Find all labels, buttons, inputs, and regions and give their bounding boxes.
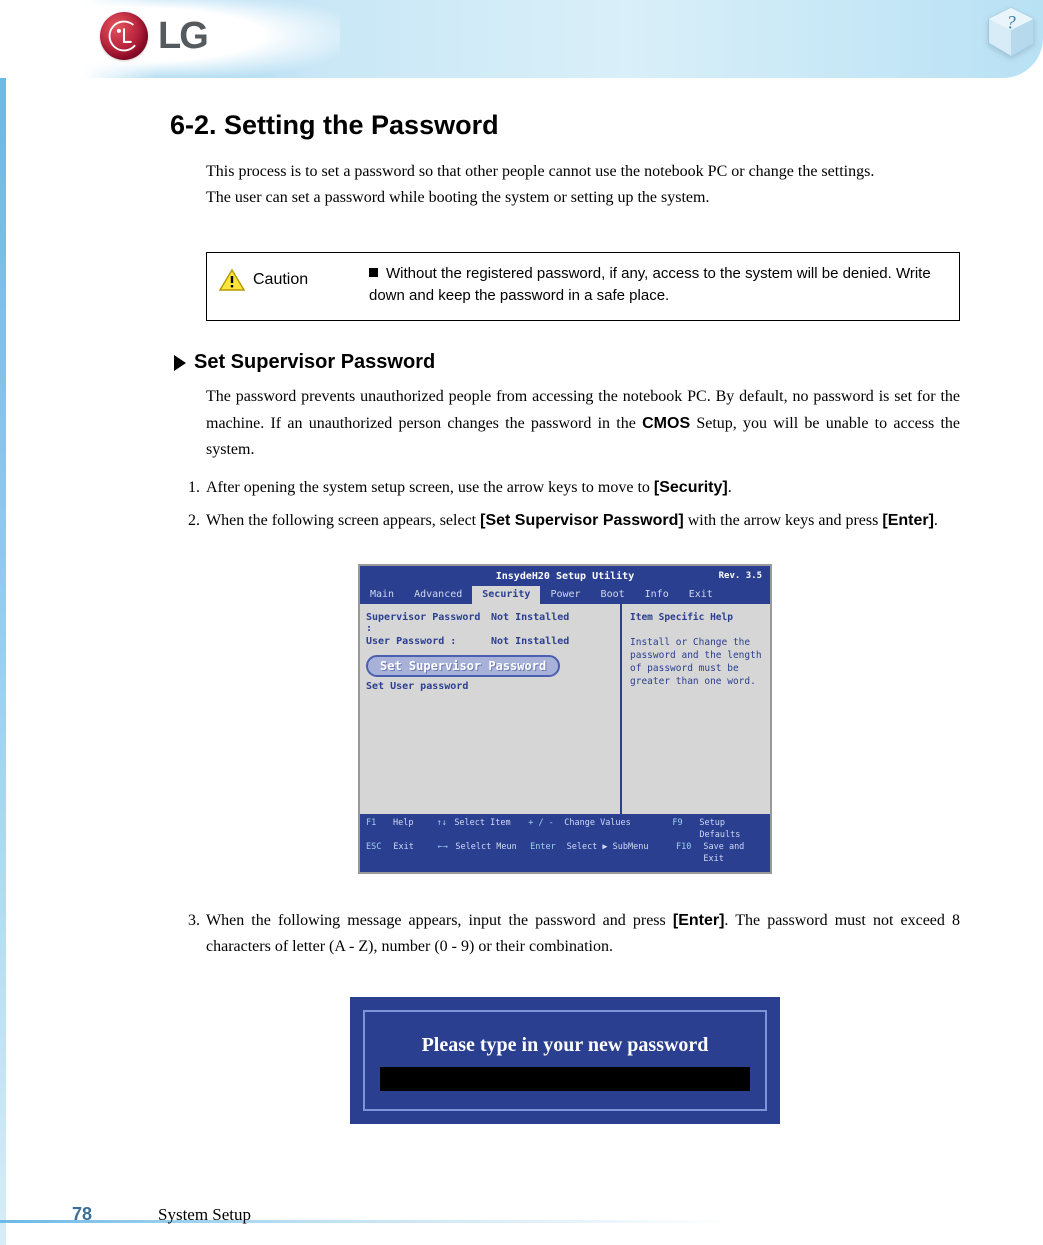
flabel: Change Values xyxy=(564,818,672,842)
caution-box: Caution Without the registered password,… xyxy=(206,252,960,322)
bios-help-panel: Item Specific Help Install or Change the… xyxy=(620,604,770,814)
step-1: 1. After opening the system setup screen… xyxy=(184,475,960,501)
flabel: Exit xyxy=(393,842,429,866)
fkey: F1 xyxy=(366,818,393,842)
brand-text: LG xyxy=(158,15,207,58)
svg-text:?: ? xyxy=(1006,12,1016,33)
bios-screenshot: InsydeH20 Setup Utility Rev. 3.5 Main Ad… xyxy=(358,564,772,874)
footer-band xyxy=(0,1220,1043,1223)
triangle-bullet-icon xyxy=(174,355,186,371)
warning-icon xyxy=(219,269,245,291)
bios-set-user-password[interactable]: Set User password xyxy=(366,681,614,692)
flabel: Select ▶ SubMenu xyxy=(567,842,676,866)
left-stripe xyxy=(0,78,6,1245)
page-footer xyxy=(0,1193,1043,1223)
bios-footer: F1 Help ↑↓ Select Item + / - Change Valu… xyxy=(360,814,770,872)
bios-row: Supervisor Password : Not Installed xyxy=(366,612,614,634)
password-prompt: Please type in your new password xyxy=(379,1034,751,1057)
page-content: 6-2. Setting the Password This process i… xyxy=(170,110,960,1124)
bios-tabs: Main Advanced Security Power Boot Info E… xyxy=(360,586,770,604)
step-2: 2. When the following screen appears, se… xyxy=(184,508,960,534)
bios-tab-advanced[interactable]: Advanced xyxy=(404,586,472,604)
step3-b: [Enter] xyxy=(673,912,725,929)
subheading-row: Set Supervisor Password xyxy=(170,351,960,374)
bios-tab-info[interactable]: Info xyxy=(635,586,679,604)
para-bold: CMOS xyxy=(642,415,690,432)
caution-label: Caution xyxy=(253,271,308,289)
step-num: 2. xyxy=(184,508,206,534)
bios-tab-power[interactable]: Power xyxy=(540,586,590,604)
bios-title-text: InsydeH20 Setup Utility xyxy=(496,571,634,582)
step2-b: [Set Supervisor Password] xyxy=(480,512,684,529)
brand-logo: LG xyxy=(100,12,207,60)
bios-titlebar: InsydeH20 Setup Utility Rev. 3.5 xyxy=(360,566,770,586)
bios-row-value: Not Installed xyxy=(491,636,569,647)
flabel: Select Item xyxy=(454,818,528,842)
bios-row-label: User Password : xyxy=(366,636,491,647)
caution-text: Without the registered password, if any,… xyxy=(369,263,947,307)
step1-bold: [Security] xyxy=(654,479,728,496)
step-num: 3. xyxy=(184,908,206,961)
step-3: 3. When the following message appears, i… xyxy=(184,908,960,961)
fkey: ↑↓ xyxy=(429,818,454,842)
password-input[interactable] xyxy=(380,1067,750,1091)
bios-revision: Rev. 3.5 xyxy=(719,571,762,581)
fkey: F9 xyxy=(672,818,699,842)
flabel: Setup Defaults xyxy=(699,818,764,842)
fkey: + / - xyxy=(528,818,564,842)
step2-e: . xyxy=(934,512,938,529)
help-cube-icon: ? xyxy=(983,4,1039,60)
bios-row-value: Not Installed xyxy=(491,612,569,634)
step2-a: When the following screen appears, selec… xyxy=(206,512,480,529)
bios-tab-boot[interactable]: Boot xyxy=(591,586,635,604)
page-title: 6-2. Setting the Password xyxy=(170,110,960,141)
fkey: ←→ xyxy=(430,842,456,866)
step1-a: After opening the system setup screen, u… xyxy=(206,479,654,496)
password-dialog: Please type in your new password xyxy=(350,997,780,1124)
fkey: ESC xyxy=(366,842,393,866)
bios-help-text: Install or Change the password and the l… xyxy=(630,637,762,688)
bios-tab-main[interactable]: Main xyxy=(360,586,404,604)
bios-row: User Password : Not Installed xyxy=(366,636,614,647)
square-bullet-icon xyxy=(369,268,378,277)
bios-row-label: Supervisor Password : xyxy=(366,612,491,634)
bios-main-panel: Supervisor Password : Not Installed User… xyxy=(360,604,620,814)
flabel: Save and Exit xyxy=(703,842,764,866)
step2-c: with the arrow keys and press xyxy=(684,512,883,529)
flabel: Selelct Meun xyxy=(455,842,530,866)
bios-help-title: Item Specific Help xyxy=(630,612,762,623)
fkey: Enter xyxy=(530,842,566,866)
fkey: F10 xyxy=(676,842,703,866)
footer-section: System Setup xyxy=(158,1205,251,1225)
intro-text-2: The user can set a password while bootin… xyxy=(206,185,960,211)
step-num: 1. xyxy=(184,475,206,501)
intro-text-1: This process is to set a password so tha… xyxy=(206,159,960,185)
flabel: Help xyxy=(393,818,429,842)
lg-face-icon xyxy=(100,12,148,60)
bios-tab-security[interactable]: Security xyxy=(472,586,540,604)
step1-c: . xyxy=(728,479,732,496)
bios-selected-item[interactable]: Set Supervisor Password xyxy=(366,655,560,677)
step3-a: When the following message appears, inpu… xyxy=(206,912,673,929)
caution-body: Without the registered password, if any,… xyxy=(369,265,931,304)
bios-tab-exit[interactable]: Exit xyxy=(679,586,723,604)
step2-d: [Enter] xyxy=(882,512,934,529)
subheading: Set Supervisor Password xyxy=(194,351,435,374)
section-para: The password prevents unauthorized peopl… xyxy=(206,384,960,463)
page-number: 78 xyxy=(72,1204,92,1225)
